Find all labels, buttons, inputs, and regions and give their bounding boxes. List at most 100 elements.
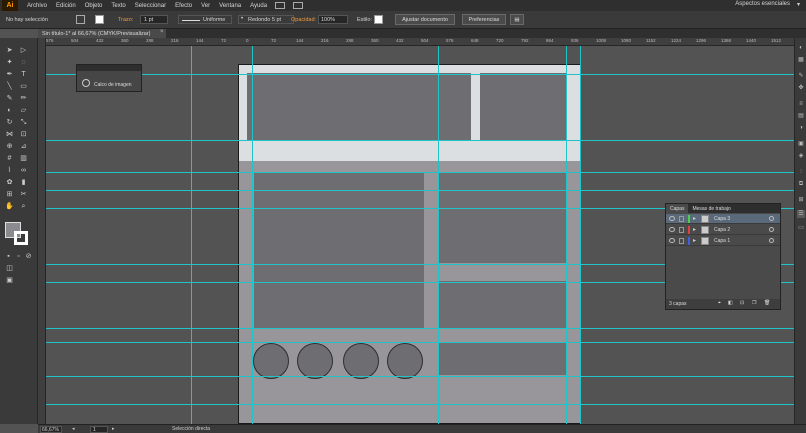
- guide-vertical[interactable]: [252, 46, 253, 424]
- graph-tool-icon[interactable]: ▮: [18, 178, 29, 188]
- current-tool-status[interactable]: Selección directa: [172, 426, 210, 432]
- header-left-band[interactable]: [239, 73, 247, 141]
- direct-selection-tool-icon[interactable]: ▷: [18, 46, 29, 56]
- shape-builder-icon[interactable]: ⊕: [4, 142, 15, 152]
- guide-horizontal[interactable]: [46, 190, 794, 191]
- header-divider-band[interactable]: [471, 73, 480, 141]
- eyedropper-icon[interactable]: ⌇: [4, 166, 15, 176]
- guide-horizontal[interactable]: [46, 328, 794, 329]
- swatches-panel-icon[interactable]: ▦: [797, 56, 805, 64]
- hero-block-right[interactable]: [480, 73, 567, 141]
- eye-icon[interactable]: [669, 227, 675, 232]
- screen-mode-icon[interactable]: ▣: [4, 276, 15, 286]
- document-setup-button[interactable]: Ajustar documento: [395, 14, 455, 25]
- graphic-styles-panel-icon[interactable]: ◈: [797, 152, 805, 160]
- artboards-panel-icon[interactable]: ▭: [797, 224, 805, 232]
- artboard[interactable]: [238, 64, 581, 424]
- transform-panel-icon[interactable]: ⊞: [797, 196, 805, 204]
- layer-row[interactable]: ▸ Capa 2: [666, 225, 780, 235]
- clipping-mask-icon[interactable]: ◧: [728, 300, 733, 306]
- rectangle-tool-icon[interactable]: ▭: [18, 82, 29, 92]
- target-icon[interactable]: [769, 227, 774, 232]
- hand-tool-icon[interactable]: ✋: [4, 202, 15, 212]
- guide-horizontal[interactable]: [46, 74, 794, 75]
- brush-select[interactable]: • Redondo 5 pt: [238, 15, 294, 24]
- stroke-color-swatch[interactable]: [14, 231, 28, 245]
- guide-horizontal[interactable]: [46, 376, 794, 377]
- content-block-bottom-right[interactable]: [439, 343, 567, 375]
- fill-swatch[interactable]: [76, 15, 85, 24]
- tab-artboards[interactable]: Mesas de trabajo: [688, 204, 734, 213]
- stroke-weight-field[interactable]: 1 pt: [140, 15, 168, 24]
- free-transform-icon[interactable]: ⊡: [18, 130, 29, 140]
- new-layer-icon[interactable]: ❐: [752, 300, 756, 306]
- gradient-tool-icon[interactable]: ▥: [18, 154, 29, 164]
- new-sublayer-icon[interactable]: ⊡: [740, 300, 744, 306]
- workspace-switcher[interactable]: Aspectos esenciales: [735, 1, 790, 7]
- stroke-panel-icon[interactable]: ≡: [797, 100, 805, 108]
- menu-ventana[interactable]: Ventana: [219, 3, 241, 9]
- chevron-down-icon[interactable]: ▾: [797, 1, 800, 8]
- transparency-panel-icon[interactable]: ◑: [797, 124, 805, 132]
- previous-artboard-icon[interactable]: ◂: [72, 426, 75, 432]
- menu-efecto[interactable]: Efecto: [175, 3, 192, 9]
- draw-normal-icon[interactable]: ◫: [4, 264, 15, 274]
- circle-2[interactable]: [297, 343, 333, 379]
- circle-1[interactable]: [253, 343, 289, 379]
- guide-horizontal[interactable]: [46, 404, 794, 405]
- stroke-label[interactable]: Trazo:: [118, 17, 133, 23]
- eraser-icon[interactable]: ▱: [18, 106, 29, 116]
- content-block-right-top[interactable]: [439, 173, 567, 263]
- menu-ver[interactable]: Ver: [201, 3, 210, 9]
- artboard-number-field[interactable]: 1: [90, 426, 108, 433]
- tab-layers[interactable]: Capas: [666, 204, 689, 213]
- guide-horizontal[interactable]: [46, 172, 794, 173]
- bridge-icon[interactable]: [275, 2, 286, 9]
- close-icon[interactable]: ×: [160, 29, 164, 35]
- opacity-label[interactable]: Opacidad:: [291, 17, 316, 23]
- layer-row[interactable]: ▸ Capa 1: [666, 236, 780, 246]
- slice-tool-icon[interactable]: ✂: [18, 190, 29, 200]
- panel-header[interactable]: [77, 65, 141, 71]
- guide-vertical[interactable]: [566, 46, 567, 424]
- menu-edicion[interactable]: Edición: [56, 3, 76, 9]
- stroke-swatch[interactable]: [95, 15, 104, 24]
- blob-brush-icon[interactable]: ◐: [4, 106, 15, 116]
- perspective-grid-icon[interactable]: ⊿: [18, 142, 29, 152]
- magic-wand-icon[interactable]: ✦: [4, 58, 15, 68]
- opacity-field[interactable]: 100%: [318, 15, 348, 24]
- stroke-profile-select[interactable]: Uniforme: [178, 15, 232, 24]
- circle-3[interactable]: [343, 343, 379, 379]
- paintbrush-icon[interactable]: ✎: [4, 94, 15, 104]
- gradient-panel-icon[interactable]: ▤: [797, 112, 805, 120]
- header-bottom-band[interactable]: [239, 141, 580, 161]
- style-swatch[interactable]: [374, 15, 383, 24]
- expand-arrow-icon[interactable]: ▸: [693, 237, 696, 244]
- guide-vertical[interactable]: [191, 46, 192, 424]
- layer-name[interactable]: Capa 3: [714, 216, 730, 222]
- trash-icon[interactable]: 🗑: [764, 300, 770, 306]
- menu-seleccionar[interactable]: Seleccionar: [135, 3, 166, 9]
- eye-icon[interactable]: [669, 216, 675, 221]
- image-trace-label[interactable]: Calco de imagen: [94, 82, 132, 88]
- content-block-right-bottom[interactable]: [439, 281, 567, 329]
- content-block-left[interactable]: [254, 173, 424, 329]
- arrange-documents-icon[interactable]: [293, 2, 304, 9]
- lock-toggle-icon[interactable]: [679, 216, 684, 222]
- blend-tool-icon[interactable]: ∞: [18, 166, 29, 176]
- layer-row[interactable]: ▸ Capa 3: [666, 214, 780, 224]
- layers-panel-icon[interactable]: ☰: [797, 210, 805, 218]
- menu-ayuda[interactable]: Ayuda: [250, 3, 267, 9]
- appearance-panel-icon[interactable]: ▣: [797, 140, 805, 148]
- type-tool-icon[interactable]: T: [18, 70, 29, 80]
- header-right-band[interactable]: [567, 73, 580, 141]
- locate-object-icon[interactable]: ⌖: [718, 300, 721, 306]
- symbol-sprayer-icon[interactable]: ✿: [4, 178, 15, 188]
- layer-name[interactable]: Capa 2: [714, 227, 730, 233]
- header-top-band[interactable]: [239, 65, 580, 73]
- pen-tool-icon[interactable]: ✒: [4, 70, 15, 80]
- line-tool-icon[interactable]: ╲: [4, 82, 15, 92]
- circle-4[interactable]: [387, 343, 423, 379]
- scale-icon[interactable]: ⤡: [18, 118, 29, 128]
- layer-name[interactable]: Capa 1: [714, 238, 730, 244]
